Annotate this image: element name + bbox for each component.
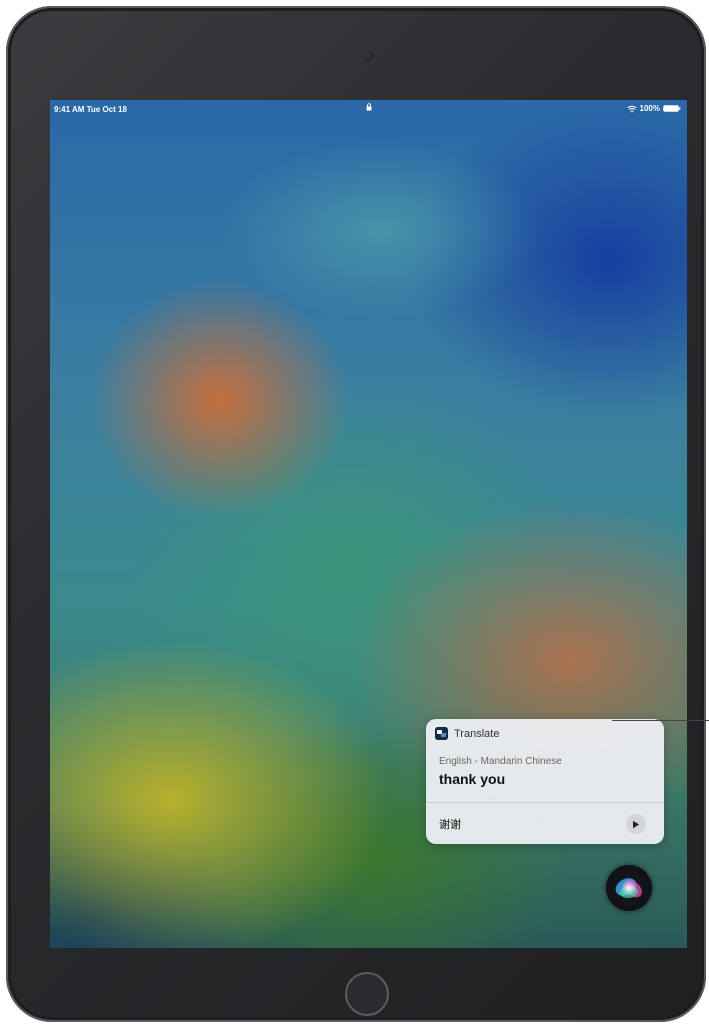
lock-icon: [366, 103, 372, 111]
siri-translate-card[interactable]: Translate English - Mandarin Chinese tha…: [426, 719, 664, 844]
language-pair: English - Mandarin Chinese: [439, 756, 562, 767]
status-right: 100%: [626, 104, 681, 113]
home-screen: 9:41 AM Tue Oct 18 100% Translate Englis…: [50, 100, 687, 948]
status-time: 9:41 AM Tue Oct 18: [54, 105, 127, 114]
battery-icon: [663, 105, 681, 112]
status-bar: 9:41 AM Tue Oct 18 100%: [50, 100, 687, 120]
card-divider: [426, 802, 664, 803]
battery-percentage: 100%: [639, 104, 660, 113]
app-title: Translate: [454, 727, 500, 740]
callout-line: [612, 720, 709, 721]
play-icon: [633, 820, 640, 828]
wifi-icon: [626, 105, 637, 112]
source-text: thank you: [439, 771, 506, 787]
card-header: Translate: [435, 727, 499, 740]
play-button[interactable]: [626, 814, 646, 834]
translate-app-icon: [435, 727, 448, 740]
translated-text: 谢谢: [439, 819, 461, 831]
home-button[interactable]: [345, 972, 389, 1016]
siri-icon[interactable]: [606, 865, 652, 911]
ipad-frame: 9:41 AM Tue Oct 18 100% Translate Englis…: [6, 6, 706, 1022]
front-camera: [363, 51, 373, 61]
